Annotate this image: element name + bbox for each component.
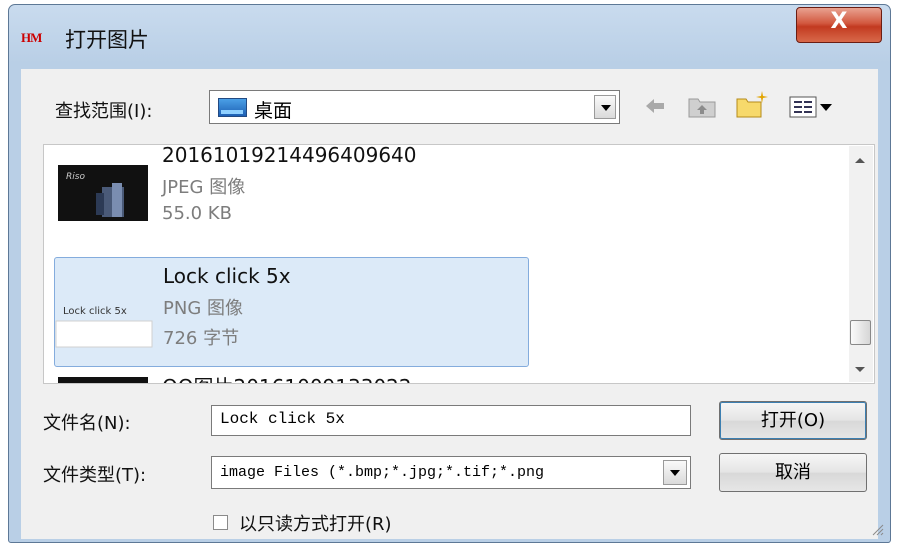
read-only-checkbox[interactable] [213,515,228,530]
list-item[interactable]: QQ图片20161009133022 [54,371,529,383]
dialog-title: 打开图片 [65,28,149,52]
close-icon: X [830,9,848,34]
resize-grip-icon[interactable] [870,522,884,536]
read-only-label[interactable]: 以只读方式打开(R) [239,510,392,536]
file-type: PNG 图像 [163,298,243,319]
file-name: Lock click 5x [163,264,291,288]
file-type-dropdown[interactable]: image Files (*.bmp;*.jpg;*.tif;*.png [211,456,691,489]
cancel-button[interactable]: 取消 [719,453,867,492]
scrollbar-thumb[interactable] [850,320,871,345]
image-thumbnail: Lock click 5x [55,284,153,348]
look-in-value: 桌面 [254,100,293,122]
scroll-down-icon[interactable] [855,367,865,372]
new-folder-icon[interactable] [735,89,769,119]
scroll-up-icon[interactable] [855,158,865,163]
open-image-dialog: HM 打开图片 X 查找范围(I): 桌面 Riso 2016101921449… [8,4,891,543]
list-item[interactable]: Lock click 5x Lock click 5x PNG 图像 726 字… [54,257,529,367]
chevron-down-icon[interactable] [663,460,687,485]
file-type: JPEG 图像 [162,177,246,198]
image-thumbnail [58,377,148,383]
list-item[interactable]: Riso 20161019214496409640 JPEG 图像 55.0 K… [54,144,529,247]
thumbnail-frame [55,320,153,348]
dialog-body: 查找范围(I): 桌面 Riso 20161019214496409640 JP… [21,69,878,539]
file-name: QQ图片20161009133022 [162,371,412,383]
desktop-icon [218,98,247,117]
file-name-label: 文件名(N): [43,413,131,434]
close-button[interactable]: X [796,7,882,43]
file-name: 20161019214496409640 [162,144,417,167]
file-type-value: image Files (*.bmp;*.jpg;*.tif;*.png [220,464,545,481]
look-in-label: 查找范围(I): [55,101,153,122]
image-thumbnail: Riso [58,165,148,221]
file-size: 55.0 KB [162,203,232,224]
vertical-scrollbar[interactable] [849,146,873,382]
views-menu-icon[interactable] [789,95,835,119]
open-button[interactable]: 打开(O) [719,401,867,440]
up-folder-icon[interactable] [687,93,717,119]
svg-text:Riso: Riso [66,172,85,182]
look-in-dropdown[interactable]: 桌面 [209,90,620,124]
thumbnail-caption: Lock click 5x [63,306,127,317]
file-size: 726 字节 [163,328,240,349]
chevron-down-icon[interactable] [594,95,616,119]
file-list[interactable]: Riso 20161019214496409640 JPEG 图像 55.0 K… [43,144,875,384]
file-type-label: 文件类型(T): [43,465,147,486]
title-bar[interactable]: HM 打开图片 X [9,5,890,57]
app-logo: HM [21,30,42,45]
file-name-field[interactable]: Lock click 5x [211,405,691,436]
back-arrow-icon[interactable] [645,97,665,115]
